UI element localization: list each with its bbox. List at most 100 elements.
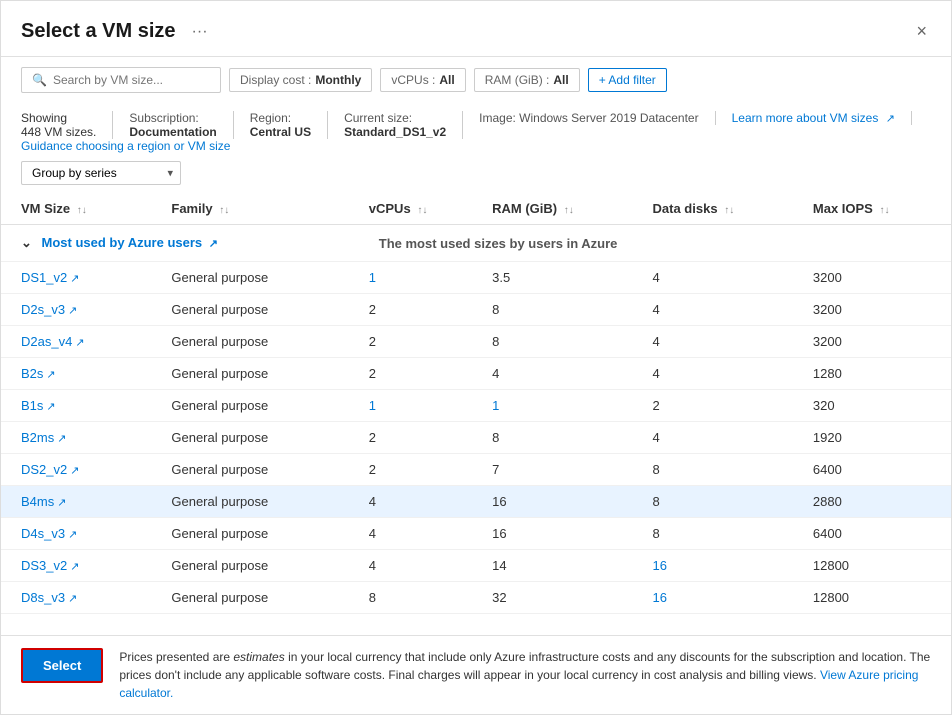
cell-max-iops: 1280 xyxy=(803,358,951,390)
table-row[interactable]: D2as_v4↗General purpose2843200 xyxy=(1,326,951,358)
cell-ram: 32 xyxy=(482,582,642,614)
group-title-link[interactable]: Most used by Azure users xyxy=(42,235,203,250)
close-button[interactable]: × xyxy=(912,17,931,46)
cell-vm-size: B4ms↗ xyxy=(1,486,161,518)
showing-info: Showing 448 VM sizes. xyxy=(21,111,113,139)
cell-ram: 3.5 xyxy=(482,262,642,294)
learn-more-link[interactable]: Learn more about VM sizes xyxy=(732,111,879,125)
guidance-info: Guidance choosing a region or VM size xyxy=(21,139,246,153)
groupby-select[interactable]: Group by series No grouping Group by fam… xyxy=(21,161,181,185)
col-family[interactable]: Family ↑↓ xyxy=(161,193,358,225)
menu-icon[interactable]: ··· xyxy=(192,23,208,41)
groupby-row: Group by series No grouping Group by fam… xyxy=(1,157,951,193)
ram-link[interactable]: 1 xyxy=(492,398,499,413)
vcpu-link[interactable]: 1 xyxy=(369,270,376,285)
col-data-disks-label: Data disks xyxy=(653,201,718,216)
footer-notice-text: Prices presented are estimates in your l… xyxy=(119,650,930,682)
sort-iops-icon: ↑↓ xyxy=(879,205,889,216)
data-disks-link[interactable]: 16 xyxy=(653,558,667,573)
cell-vcpus: 2 xyxy=(359,422,482,454)
col-vm-size-label: VM Size xyxy=(21,201,70,216)
cell-family: General purpose xyxy=(161,454,358,486)
cell-family: General purpose xyxy=(161,326,358,358)
vcpu-link[interactable]: 1 xyxy=(369,398,376,413)
region-value: Central US xyxy=(250,125,311,139)
display-cost-filter[interactable]: Display cost : Monthly xyxy=(229,68,372,92)
cell-ram: 16 xyxy=(482,486,642,518)
ram-filter[interactable]: RAM (GiB) : All xyxy=(474,68,580,92)
vm-name-link[interactable]: D8s_v3 xyxy=(21,590,65,605)
cell-vm-size: DS3_v2↗ xyxy=(1,550,161,582)
cell-vm-size: D2as_v4↗ xyxy=(1,326,161,358)
ram-label: RAM (GiB) : xyxy=(485,73,550,87)
col-vm-size[interactable]: VM Size ↑↓ xyxy=(1,193,161,225)
display-cost-label: Display cost : xyxy=(240,73,311,87)
search-box[interactable]: 🔍 xyxy=(21,67,221,93)
table-container[interactable]: VM Size ↑↓ Family ↑↓ vCPUs ↑↓ RAM (GiB) … xyxy=(1,193,951,635)
cell-max-iops: 320 xyxy=(803,390,951,422)
table-row[interactable]: DS3_v2↗General purpose4141612800 xyxy=(1,550,951,582)
subscription-value: Documentation xyxy=(129,125,216,139)
vm-name-link[interactable]: B2ms xyxy=(21,430,54,445)
subscription-info: Subscription: Documentation xyxy=(129,111,233,139)
dialog-title: Select a VM size xyxy=(21,20,176,43)
table-row[interactable]: D4s_v3↗General purpose41686400 xyxy=(1,518,951,550)
group-header-title: ⌄ Most used by Azure users ↗ xyxy=(1,225,359,262)
select-button[interactable]: Select xyxy=(21,648,103,683)
cell-data-disks: 16 xyxy=(643,582,803,614)
showing-count: 448 xyxy=(21,125,41,139)
col-max-iops[interactable]: Max IOPS ↑↓ xyxy=(803,193,951,225)
toolbar: 🔍 Display cost : Monthly vCPUs : All RAM… xyxy=(1,57,951,103)
subscription-label: Subscription: xyxy=(129,111,198,125)
cell-ram: 16 xyxy=(482,518,642,550)
dialog-header: Select a VM size ··· × xyxy=(1,1,951,57)
trending-icon: ↗ xyxy=(46,369,55,381)
vm-name-link[interactable]: B1s xyxy=(21,398,43,413)
collapse-icon[interactable]: ⌄ xyxy=(21,235,32,250)
trending-icon: ↗ xyxy=(70,561,79,573)
vm-name-link[interactable]: B4ms xyxy=(21,494,54,509)
current-size-value: Standard_DS1_v2 xyxy=(344,125,446,139)
col-ram-label: RAM (GiB) xyxy=(492,201,557,216)
table-row[interactable]: D8s_v3↗General purpose8321612800 xyxy=(1,582,951,614)
vm-table: VM Size ↑↓ Family ↑↓ vCPUs ↑↓ RAM (GiB) … xyxy=(1,193,951,614)
vm-name-link[interactable]: D2as_v4 xyxy=(21,334,72,349)
current-size-info: Current size: Standard_DS1_v2 xyxy=(344,111,463,139)
search-input[interactable] xyxy=(53,73,203,87)
table-row[interactable]: D2s_v3↗General purpose2843200 xyxy=(1,294,951,326)
guidance-link[interactable]: Guidance choosing a region or VM size xyxy=(21,139,230,153)
data-disks-link[interactable]: 16 xyxy=(653,590,667,605)
vm-name-link[interactable]: D2s_v3 xyxy=(21,302,65,317)
vm-name-link[interactable]: B2s xyxy=(21,366,43,381)
table-row[interactable]: B4ms↗General purpose41682880 xyxy=(1,486,951,518)
cell-family: General purpose xyxy=(161,486,358,518)
vm-name-link[interactable]: DS1_v2 xyxy=(21,270,67,285)
vm-name-link[interactable]: DS3_v2 xyxy=(21,558,67,573)
cell-vm-size: D4s_v3↗ xyxy=(1,518,161,550)
vm-name-link[interactable]: D4s_v3 xyxy=(21,526,65,541)
col-data-disks[interactable]: Data disks ↑↓ xyxy=(643,193,803,225)
cell-vm-size: B2s↗ xyxy=(1,358,161,390)
cell-vcpus: 1 xyxy=(359,390,482,422)
table-row[interactable]: B2s↗General purpose2441280 xyxy=(1,358,951,390)
col-vcpus[interactable]: vCPUs ↑↓ xyxy=(359,193,482,225)
col-ram[interactable]: RAM (GiB) ↑↓ xyxy=(482,193,642,225)
search-icon: 🔍 xyxy=(32,73,47,87)
cell-family: General purpose xyxy=(161,518,358,550)
vm-name-link[interactable]: DS2_v2 xyxy=(21,462,67,477)
cell-data-disks: 4 xyxy=(643,358,803,390)
image-label: Image: Windows Server 2019 Datacenter xyxy=(479,111,698,125)
table-header-row: VM Size ↑↓ Family ↑↓ vCPUs ↑↓ RAM (GiB) … xyxy=(1,193,951,225)
table-row[interactable]: B1s↗General purpose112320 xyxy=(1,390,951,422)
trending-icon: ↗ xyxy=(68,529,77,541)
add-filter-button[interactable]: + Add filter xyxy=(588,68,667,92)
groupby-wrapper[interactable]: Group by series No grouping Group by fam… xyxy=(21,161,181,185)
cell-vm-size: D2s_v3↗ xyxy=(1,294,161,326)
cell-data-disks: 4 xyxy=(643,422,803,454)
showing-unit: VM sizes. xyxy=(44,125,96,139)
trending-icon: ↗ xyxy=(209,238,218,250)
table-row[interactable]: DS2_v2↗General purpose2786400 xyxy=(1,454,951,486)
vcpu-filter[interactable]: vCPUs : All xyxy=(380,68,465,92)
table-row[interactable]: DS1_v2↗General purpose13.543200 xyxy=(1,262,951,294)
table-row[interactable]: B2ms↗General purpose2841920 xyxy=(1,422,951,454)
